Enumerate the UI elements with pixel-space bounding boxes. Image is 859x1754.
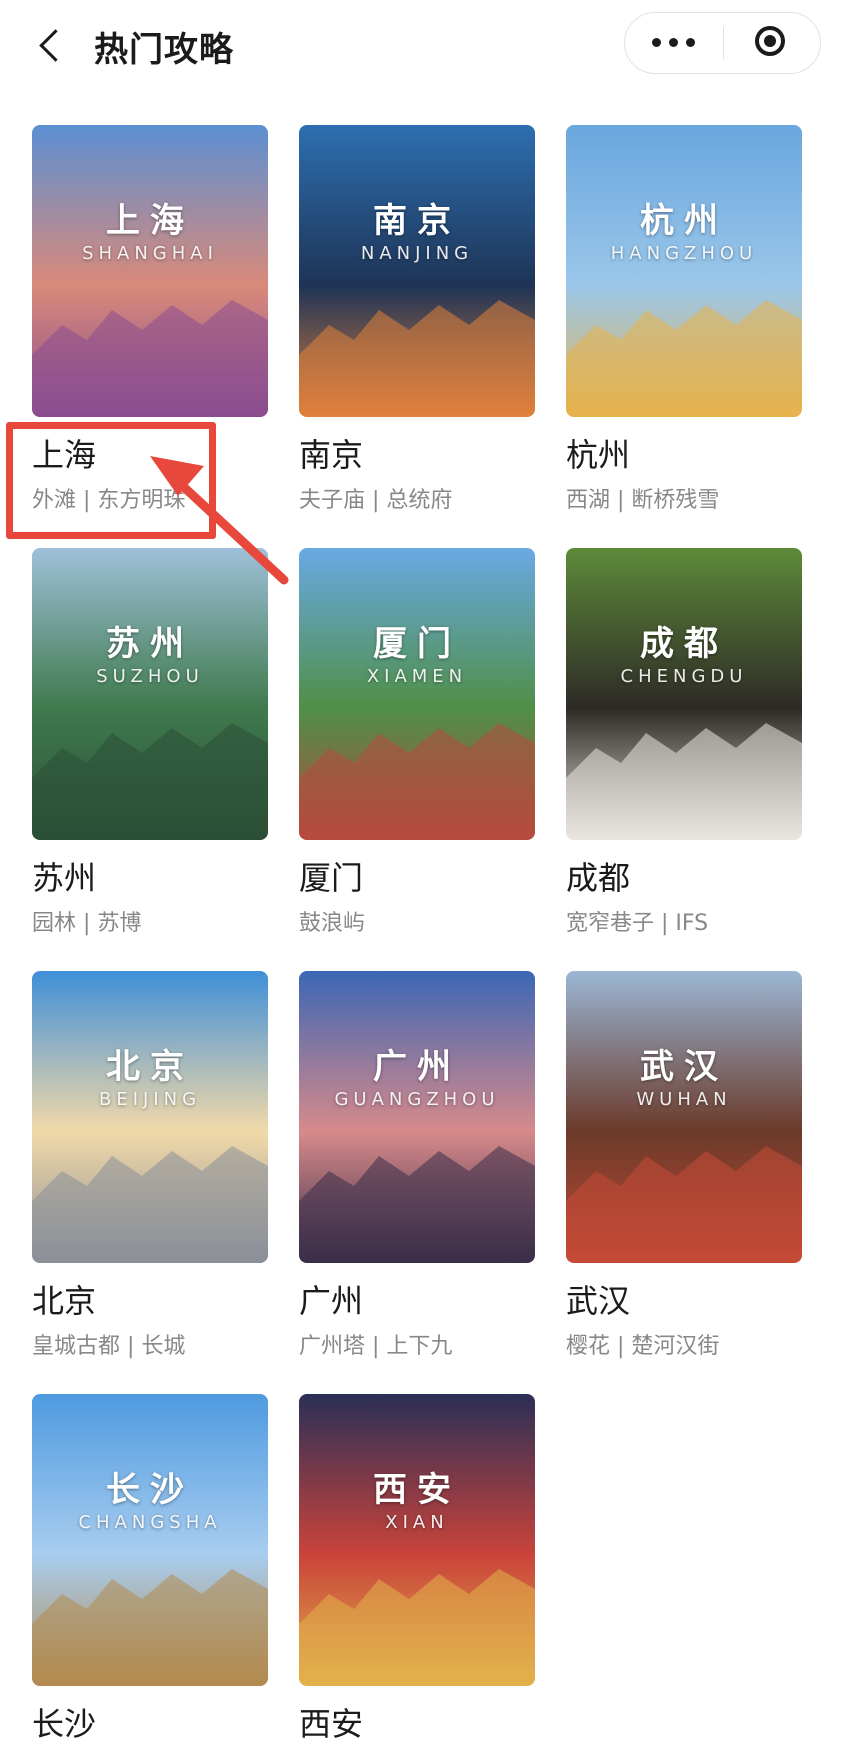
city-tags: 园林 | 苏博 <box>32 911 142 936</box>
city-overlay-title: 苏州 <box>106 624 194 664</box>
city-cover-image: 苏州 SUZHOU <box>32 548 268 840</box>
city-cover-image: 广州 GUANGZHOU <box>299 971 535 1263</box>
city-name: 南京 <box>299 436 364 474</box>
city-cover-image: 杭州 HANGZHOU <box>566 125 802 417</box>
top-navigation-bar: 热门攻略 <box>0 0 859 88</box>
city-name: 广州 <box>299 1282 364 1320</box>
city-overlay-pinyin: SUZHOU <box>96 666 204 687</box>
city-card[interactable]: 北京 BEIJING 北京 皇城古都 | 长城 <box>32 971 268 1363</box>
page-title: 热门攻略 <box>94 30 234 70</box>
city-overlay-title: 武汉 <box>640 1047 728 1087</box>
city-card[interactable]: 西安 XIAN 西安 <box>299 1394 535 1754</box>
city-cover-image: 厦门 XIAMEN <box>299 548 535 840</box>
city-name: 北京 <box>32 1282 97 1320</box>
baidu-watermark: Baidu经验 <box>646 1487 790 1520</box>
city-cover-image: 成都 CHENGDU <box>566 548 802 840</box>
chevron-left-icon[interactable] <box>36 26 64 62</box>
city-overlay-pinyin: BEIJING <box>98 1089 202 1110</box>
city-overlay-title: 杭州 <box>640 201 728 241</box>
city-overlay-title: 成都 <box>640 624 728 664</box>
city-card[interactable]: 武汉 WUHAN 武汉 樱花 | 楚河汉街 <box>566 971 802 1363</box>
city-overlay-title: 上海 <box>106 201 194 241</box>
city-cover-image: 南京 NANJING <box>299 125 535 417</box>
city-overlay-title: 北京 <box>106 1047 194 1087</box>
city-name: 成都 <box>566 859 631 897</box>
city-overlay-pinyin: GUANGZHOU <box>334 1089 500 1110</box>
city-name: 武汉 <box>566 1282 631 1320</box>
city-tags: 夫子庙 | 总统府 <box>299 488 453 513</box>
city-cover-image: 西安 XIAN <box>299 1394 535 1686</box>
city-card[interactable]: 苏州 SUZHOU 苏州 园林 | 苏博 <box>32 548 268 940</box>
annotation-highlight-box <box>6 422 216 539</box>
city-name: 长沙 <box>32 1705 97 1743</box>
city-name: 西安 <box>299 1705 364 1743</box>
city-name: 苏州 <box>32 859 97 897</box>
city-card[interactable]: 成都 CHENGDU 成都 宽窄巷子 | IFS <box>566 548 802 940</box>
city-cover-image: 长沙 CHANGSHA <box>32 1394 268 1686</box>
baidu-watermark-url: jingyan.baidu.com <box>648 1524 777 1541</box>
city-card[interactable]: 厦门 XIAMEN 厦门 鼓浪屿 <box>299 548 535 940</box>
city-tags: 宽窄巷子 | IFS <box>566 911 709 936</box>
city-card[interactable]: 广州 GUANGZHOU 广州 广州塔 | 上下九 <box>299 971 535 1363</box>
city-tags: 皇城古都 | 长城 <box>32 1334 186 1359</box>
city-overlay-title: 南京 <box>373 201 461 241</box>
city-card[interactable]: 杭州 HANGZHOU 杭州 西湖 | 断桥残雪 <box>566 125 802 517</box>
city-card[interactable]: 南京 NANJING 南京 夫子庙 | 总统府 <box>299 125 535 517</box>
city-overlay-title: 广州 <box>373 1047 461 1087</box>
city-overlay-title: 长沙 <box>106 1470 194 1510</box>
target-circle-icon[interactable] <box>724 13 820 73</box>
city-card[interactable]: 长沙 CHANGSHA 长沙 <box>32 1394 268 1754</box>
city-name: 厦门 <box>299 859 364 897</box>
city-tags: 广州塔 | 上下九 <box>299 1334 453 1359</box>
city-overlay-pinyin: CHENGDU <box>620 666 748 687</box>
city-overlay-pinyin: SHANGHAI <box>82 243 218 264</box>
city-cover-image: 上海 SHANGHAI <box>32 125 268 417</box>
city-overlay-pinyin: NANJING <box>360 243 474 264</box>
city-tags: 鼓浪屿 <box>299 911 366 936</box>
city-overlay-pinyin: XIAMEN <box>366 666 468 687</box>
city-overlay-pinyin: XIAN <box>385 1512 449 1533</box>
city-tags: 樱花 | 楚河汉街 <box>566 1334 720 1359</box>
more-dots-icon[interactable] <box>625 13 723 73</box>
mini-program-capsule <box>624 12 821 74</box>
city-tags: 西湖 | 断桥残雪 <box>566 488 720 513</box>
city-name: 杭州 <box>566 436 631 474</box>
city-cover-image: 武汉 WUHAN <box>566 971 802 1263</box>
city-overlay-pinyin: CHANGSHA <box>78 1512 222 1533</box>
city-overlay-pinyin: HANGZHOU <box>610 243 758 264</box>
city-overlay-title: 西安 <box>373 1470 461 1510</box>
city-cover-image: 北京 BEIJING <box>32 971 268 1263</box>
city-overlay-pinyin: WUHAN <box>636 1089 732 1110</box>
city-overlay-title: 厦门 <box>373 624 461 664</box>
